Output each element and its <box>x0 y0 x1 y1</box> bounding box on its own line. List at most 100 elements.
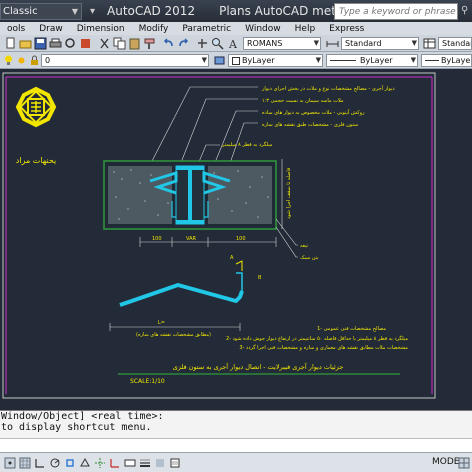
detail-title: جزئیات دیوار آجری فیبرلایت - اتصال دیوار… <box>173 362 344 371</box>
layout-grid-icon[interactable] <box>458 457 470 469</box>
menu-item-draw[interactable]: Draw <box>32 24 70 34</box>
scale-label: SCALE:1/10 <box>130 378 165 385</box>
undo-icon[interactable] <box>162 37 175 50</box>
dimension-style-dropdown[interactable]: Standard ▼ <box>341 37 419 50</box>
note-line: 3- مشخصات ملات مطابق نقشه های معماری و س… <box>239 344 408 351</box>
command-history-line: to display shortcut menu. <box>1 422 152 433</box>
layer-dropdown[interactable]: 0 ▼ <box>41 54 209 67</box>
plot-icon[interactable] <box>49 37 62 50</box>
wall-section <box>103 160 277 230</box>
workspace-dropdown[interactable]: Classic ▼ <box>0 2 82 20</box>
text-style-dropdown[interactable]: ROMANS ▼ <box>243 37 321 50</box>
menu-item-window[interactable]: Window <box>238 24 288 34</box>
side-label: تیغه <box>300 243 309 249</box>
drawing-svg[interactable]: یحنهات مراد دیوار آجری - مصالح مشخصات نو… <box>0 69 472 410</box>
callout-text: دیوار آجری - مصالح مشخصات نوع و ملات در … <box>261 85 395 92</box>
ortho-mode-icon[interactable] <box>34 457 46 469</box>
search-input[interactable] <box>335 4 457 19</box>
app-name: AutoCAD 2012 <box>107 4 196 18</box>
color-swatch <box>232 56 240 65</box>
menu-item-modify[interactable]: Modify <box>132 24 176 34</box>
chevron-down-icon: ▼ <box>410 56 416 64</box>
search-box[interactable] <box>334 3 458 20</box>
table-style-value: Standard <box>442 39 471 48</box>
make-current-layer-icon[interactable] <box>213 54 226 67</box>
command-input[interactable] <box>0 438 472 452</box>
lock-icon[interactable] <box>28 54 41 67</box>
dimension-style-icon[interactable] <box>326 37 339 50</box>
table-style-dropdown[interactable]: Standard <box>438 37 472 50</box>
open-folder-icon[interactable] <box>19 37 32 50</box>
menu-item-help[interactable]: Help <box>288 24 323 34</box>
lineweight-icon[interactable] <box>139 457 151 469</box>
profile-dim-label: L= <box>158 320 165 326</box>
menu-item-tools[interactable]: ools <box>0 24 32 34</box>
callout-text: ملات ماسه سیمان به نسبت حجمی ۱:۳ <box>262 98 344 104</box>
ucs-icon[interactable] <box>109 457 121 469</box>
new-file-icon[interactable] <box>4 37 17 50</box>
text-style-value: ROMANS <box>247 39 283 48</box>
lineweight-dropdown[interactable]: ByLayer <box>421 54 472 67</box>
lightbulb-icon[interactable] <box>2 54 15 67</box>
pan-icon[interactable] <box>196 37 209 50</box>
layers-toolbar: 0 ▼ ByLayer ▼ ByLayer ▼ ByLayer <box>0 52 472 69</box>
redo-icon[interactable] <box>177 37 190 50</box>
grid-display-icon[interactable] <box>19 457 31 469</box>
dimension-style-value: Standard <box>345 39 382 48</box>
svg-text:A: A <box>228 38 238 50</box>
preview-icon[interactable] <box>64 37 77 50</box>
callout-text: روکش آیتونی - ملات مخصوص به دیوار های سا… <box>262 109 365 116</box>
side-label: بتن سبک <box>300 255 318 261</box>
quick-access-dropdown-icon[interactable]: ▾ <box>90 6 95 17</box>
polar-tracking-icon[interactable] <box>49 457 61 469</box>
color-value: ByLayer <box>242 56 275 65</box>
sun-icon[interactable] <box>15 54 28 67</box>
publish-icon[interactable] <box>79 37 92 50</box>
drawing-canvas[interactable]: یحنهات مراد دیوار آجری - مصالح مشخصات نو… <box>0 69 472 410</box>
cut-icon[interactable] <box>98 37 111 50</box>
linetype-value: ByLayer <box>360 56 393 65</box>
dim-label-right: 100 <box>236 236 246 242</box>
match-properties-icon[interactable] <box>143 37 156 50</box>
linetype-dropdown[interactable]: ByLayer ▼ <box>326 54 418 67</box>
save-icon[interactable] <box>34 37 47 50</box>
snap-mode-icon[interactable] <box>4 457 16 469</box>
transparency-icon[interactable] <box>154 457 166 469</box>
profile-note: (مطابق مشخصات نقشه های سازه) <box>136 332 211 338</box>
logo-caption: یحنهات مراد <box>16 156 57 165</box>
menu-bar: ools Draw Dimension Modify Parametric Wi… <box>0 22 472 35</box>
command-history-line: Window/Object] <real time>: <box>1 411 164 422</box>
z-profile-detail <box>119 283 244 307</box>
binoculars-icon[interactable]: ⚲ <box>461 5 472 17</box>
side-leader <box>275 226 298 258</box>
notes-title: 1- مصالح مشخصات فنی عمومی <box>317 326 386 332</box>
linetype-sample <box>330 60 356 61</box>
dim-label-middle: VAR <box>186 236 197 242</box>
paste-icon[interactable] <box>128 37 141 50</box>
object-snap-icon[interactable] <box>64 457 76 469</box>
color-dropdown[interactable]: ByLayer ▼ <box>228 54 323 67</box>
chevron-down-icon: ▼ <box>315 56 321 64</box>
table-style-icon[interactable] <box>423 37 436 50</box>
angle-mark <box>235 260 243 271</box>
menu-item-parametric[interactable]: Parametric <box>175 24 238 34</box>
text-style-icon[interactable]: A <box>228 37 241 50</box>
dim-label-left: 100 <box>152 236 162 242</box>
dynamic-input-icon[interactable] <box>124 457 136 469</box>
layer-value: 0 <box>45 56 51 65</box>
chevron-down-icon: ▼ <box>201 56 207 64</box>
object-snap-tracking-icon[interactable] <box>94 457 106 469</box>
lineweight-sample <box>425 60 439 61</box>
lineweight-value: ByLayer <box>441 56 472 65</box>
copy-icon[interactable] <box>113 37 126 50</box>
3d-osnap-icon[interactable] <box>79 457 91 469</box>
company-logo <box>15 86 57 128</box>
standard-toolbar: A ROMANS ▼ Standard ▼ Standard <box>0 35 472 52</box>
title-bar: Classic ▼ ▾ AutoCAD 2012 Plans AutoCAD m… <box>0 0 472 22</box>
menu-item-dimension[interactable]: Dimension <box>70 24 132 34</box>
callout-text: ستون فلزی - مشخصات طبق نقشه های سازه <box>262 122 358 128</box>
zoom-icon[interactable] <box>211 37 224 50</box>
status-bar: MODEL <box>0 452 472 472</box>
quick-properties-icon[interactable] <box>169 457 181 469</box>
menu-item-express[interactable]: Express <box>322 24 371 34</box>
